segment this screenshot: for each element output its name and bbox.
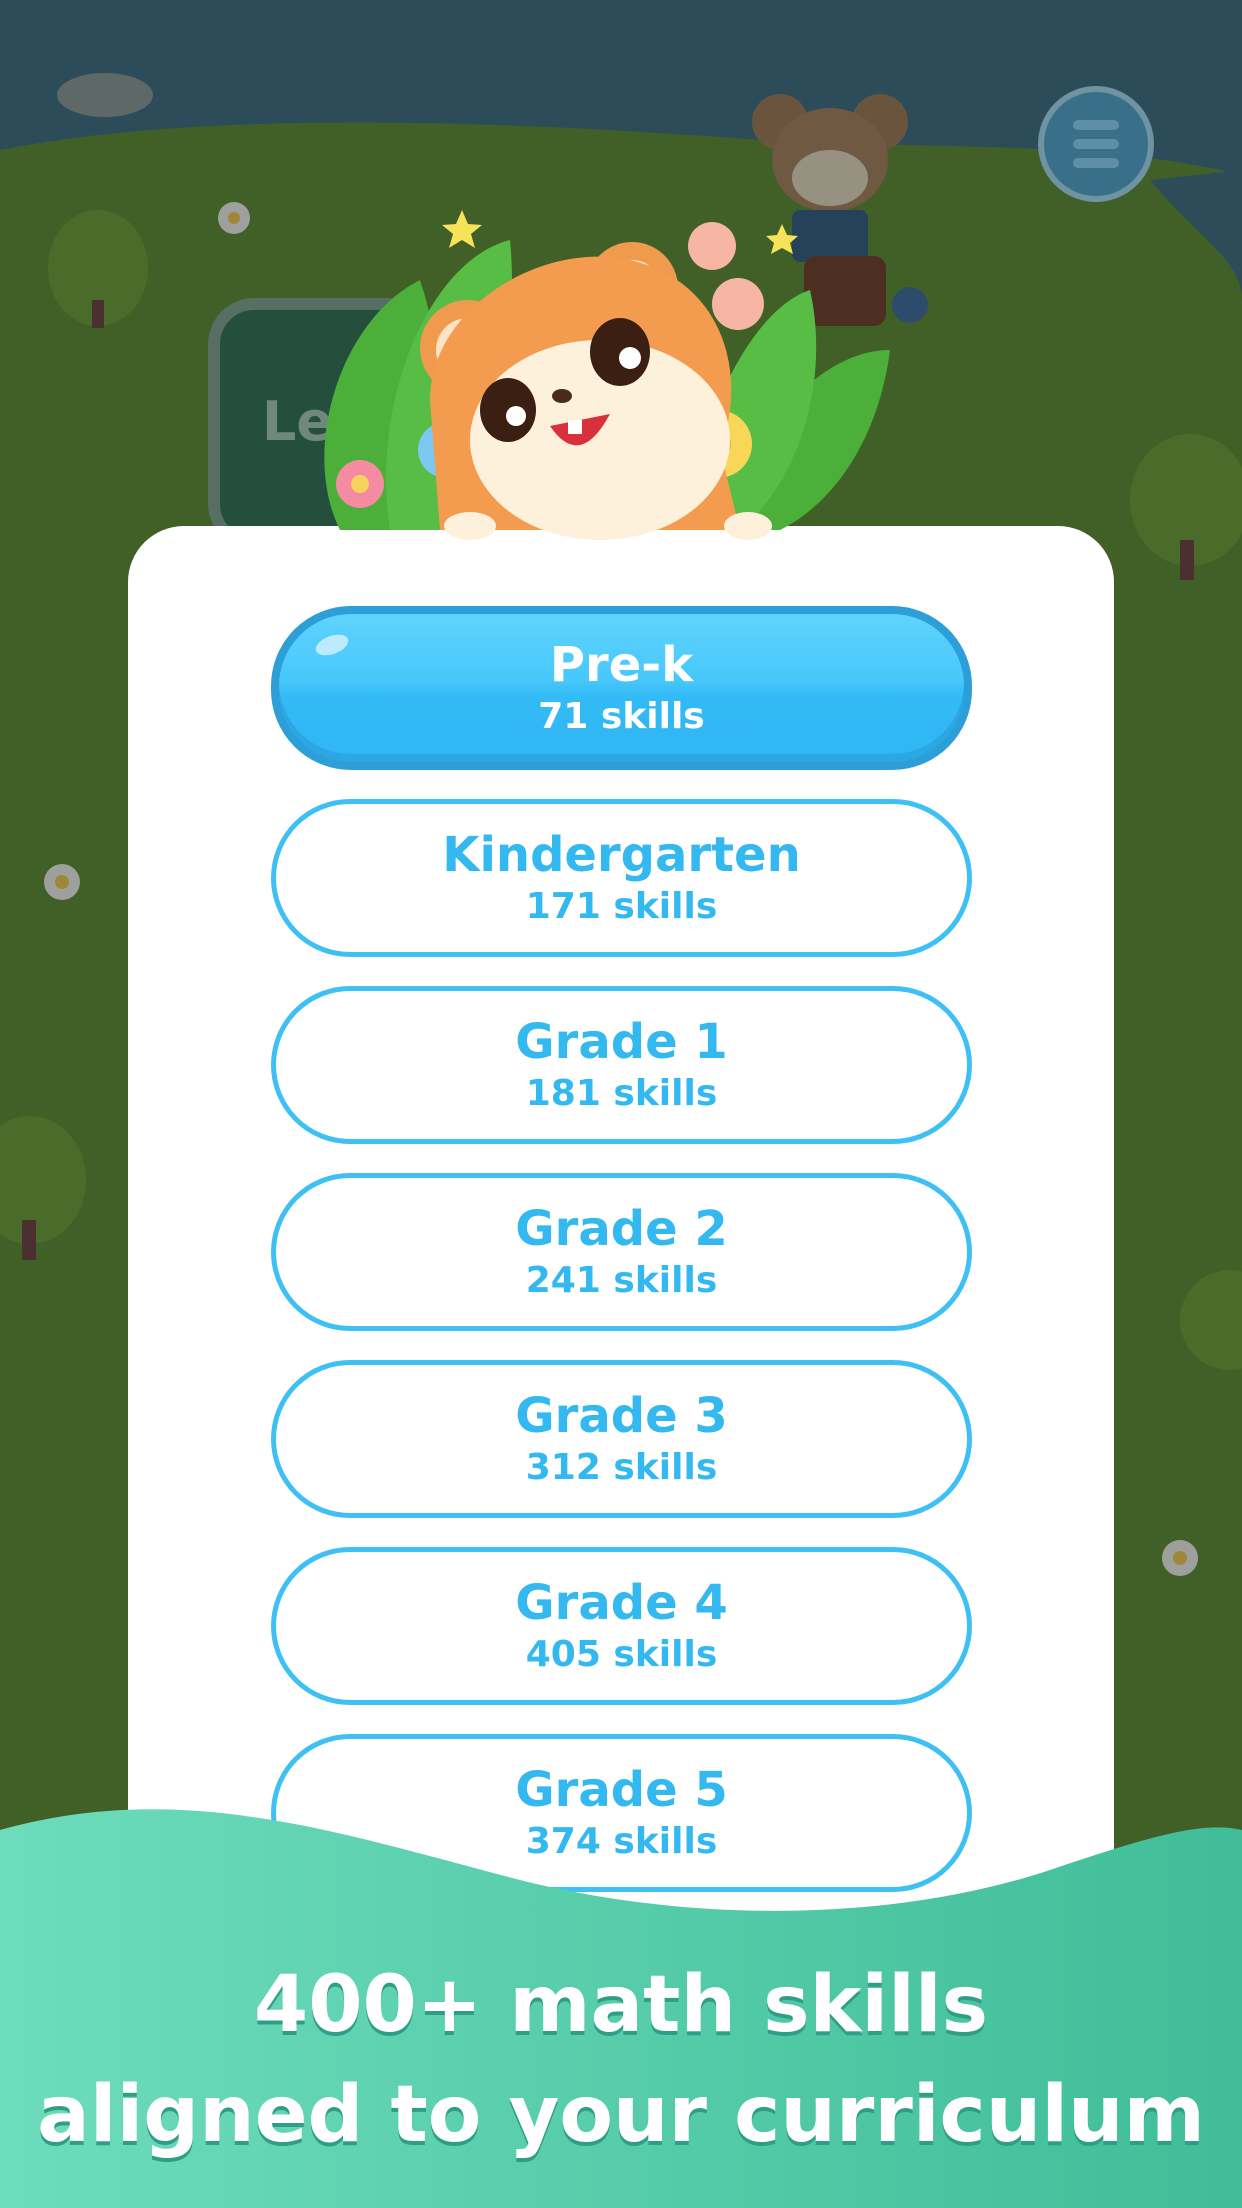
grade-button-grade-1[interactable]: Grade 1 181 skills (271, 986, 972, 1144)
grade-button-grade-3[interactable]: Grade 3 312 skills (271, 1360, 972, 1518)
grade-name: Kindergarten (442, 827, 801, 883)
grade-skill-count: 181 skills (525, 1073, 718, 1114)
grade-skill-count: 241 skills (525, 1260, 718, 1301)
menu-button[interactable] (1038, 86, 1154, 202)
grade-button-pre-k[interactable]: Pre-k 71 skills (271, 606, 972, 770)
grade-name: Grade 2 (515, 1201, 728, 1257)
grade-name: Grade 3 (515, 1388, 728, 1444)
grade-list: Pre-k 71 skills Kindergarten 171 skills … (271, 606, 972, 1921)
grade-button-kindergarten[interactable]: Kindergarten 171 skills (271, 799, 972, 957)
tagline-line-2: aligned to your curriculum (37, 2070, 1205, 2160)
grade-name: Grade 1 (515, 1014, 728, 1070)
hamburger-menu-icon (1073, 120, 1119, 130)
grade-skill-count: 71 skills (538, 696, 705, 737)
promo-tagline: 400+ math skills aligned to your curricu… (0, 1950, 1242, 2170)
grade-name: Grade 4 (515, 1575, 728, 1631)
grade-button-grade-4[interactable]: Grade 4 405 skills (271, 1547, 972, 1705)
tagline-line-1: 400+ math skills (253, 1960, 989, 2050)
hamster-mascot-icon (324, 210, 890, 540)
grade-button-grade-2[interactable]: Grade 2 241 skills (271, 1173, 972, 1331)
grade-skill-count: 171 skills (525, 886, 718, 927)
grade-skill-count: 312 skills (525, 1447, 718, 1488)
grade-name: Pre-k (549, 637, 694, 693)
grade-skill-count: 405 skills (525, 1634, 718, 1675)
